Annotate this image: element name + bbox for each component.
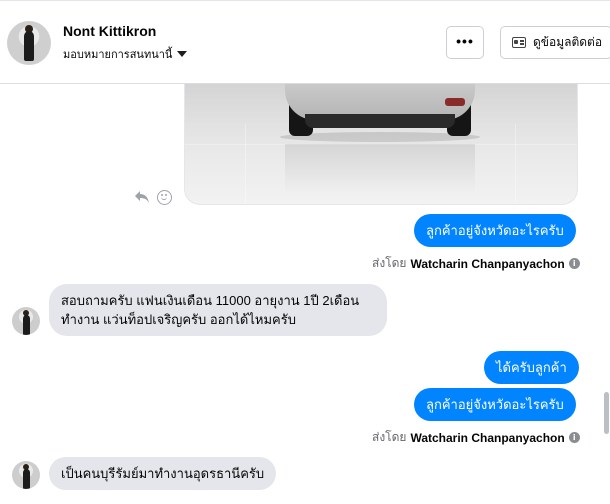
- sent-by-line: ส่งโดย Watcharin Chanpanyachon i: [372, 254, 580, 273]
- reply-icon[interactable]: [134, 190, 150, 204]
- conversation-view: Nont Kittikron มอบหมายการสนทนานี้ ••• ดู…: [0, 0, 610, 504]
- outgoing-message[interactable]: ได้ครับลูกค้า: [484, 351, 579, 384]
- view-contact-button[interactable]: ดูข้อมูลติดต่อ: [500, 26, 610, 59]
- smiley-icon[interactable]: [157, 190, 172, 205]
- sent-by-prefix: ส่งโดย: [372, 430, 407, 444]
- sender-name[interactable]: Watcharin Chanpanyachon: [410, 257, 564, 271]
- contact-avatar-small[interactable]: [12, 461, 40, 489]
- message-line: สอบถามครับ แฟนเงินเดือน 11000 อายุงาน 1ป…: [61, 293, 360, 308]
- message-line: ทำงาน แว่นท็อปเจริญครับ ออกได้ไหมครับ: [61, 312, 296, 327]
- avatar-figure: [23, 315, 30, 335]
- chevron-down-icon: [177, 51, 188, 57]
- more-options-button[interactable]: •••: [446, 26, 484, 59]
- outgoing-message[interactable]: ลูกค้าอยู่จังหวัดอะไรครับ: [414, 214, 576, 247]
- avatar-figure: [24, 31, 34, 61]
- avatar-figure: [23, 469, 30, 489]
- sent-by-prefix: ส่งโดย: [372, 256, 407, 270]
- assign-label: มอบหมายการสนทนานี้: [63, 49, 173, 61]
- sender-name[interactable]: Watcharin Chanpanyachon: [410, 431, 564, 445]
- view-contact-label: ดูข้อมูลติดต่อ: [533, 35, 603, 49]
- conversation-header: Nont Kittikron มอบหมายการสนทนานี้ ••• ดู…: [0, 0, 610, 84]
- contact-card-icon: [512, 37, 526, 48]
- car-photo-attachment[interactable]: [184, 84, 578, 205]
- info-icon[interactable]: i: [568, 432, 580, 443]
- info-icon[interactable]: i: [568, 258, 580, 269]
- assign-conversation-dropdown[interactable]: มอบหมายการสนทนานี้: [63, 45, 188, 63]
- contact-avatar-small[interactable]: [12, 307, 40, 335]
- car-underbody: [305, 114, 455, 128]
- contact-avatar[interactable]: [7, 21, 51, 65]
- incoming-message[interactable]: สอบถามครับ แฟนเงินเดือน 11000 อายุงาน 1ป…: [49, 284, 387, 336]
- car-lamp: [445, 98, 465, 106]
- outgoing-message[interactable]: ลูกค้าอยู่จังหวัดอะไรครับ: [414, 388, 576, 421]
- scrollbar-thumb[interactable]: [604, 392, 609, 434]
- floor-line: [515, 124, 516, 204]
- contact-name[interactable]: Nont Kittikron: [63, 23, 156, 39]
- floor-line: [245, 124, 246, 204]
- incoming-message[interactable]: เป็นคนบุรีรัมย์มาทำงานอุดรธานีครับ: [49, 457, 277, 490]
- car-reflection: [285, 144, 475, 194]
- sent-by-line: ส่งโดย Watcharin Chanpanyachon i: [372, 428, 580, 447]
